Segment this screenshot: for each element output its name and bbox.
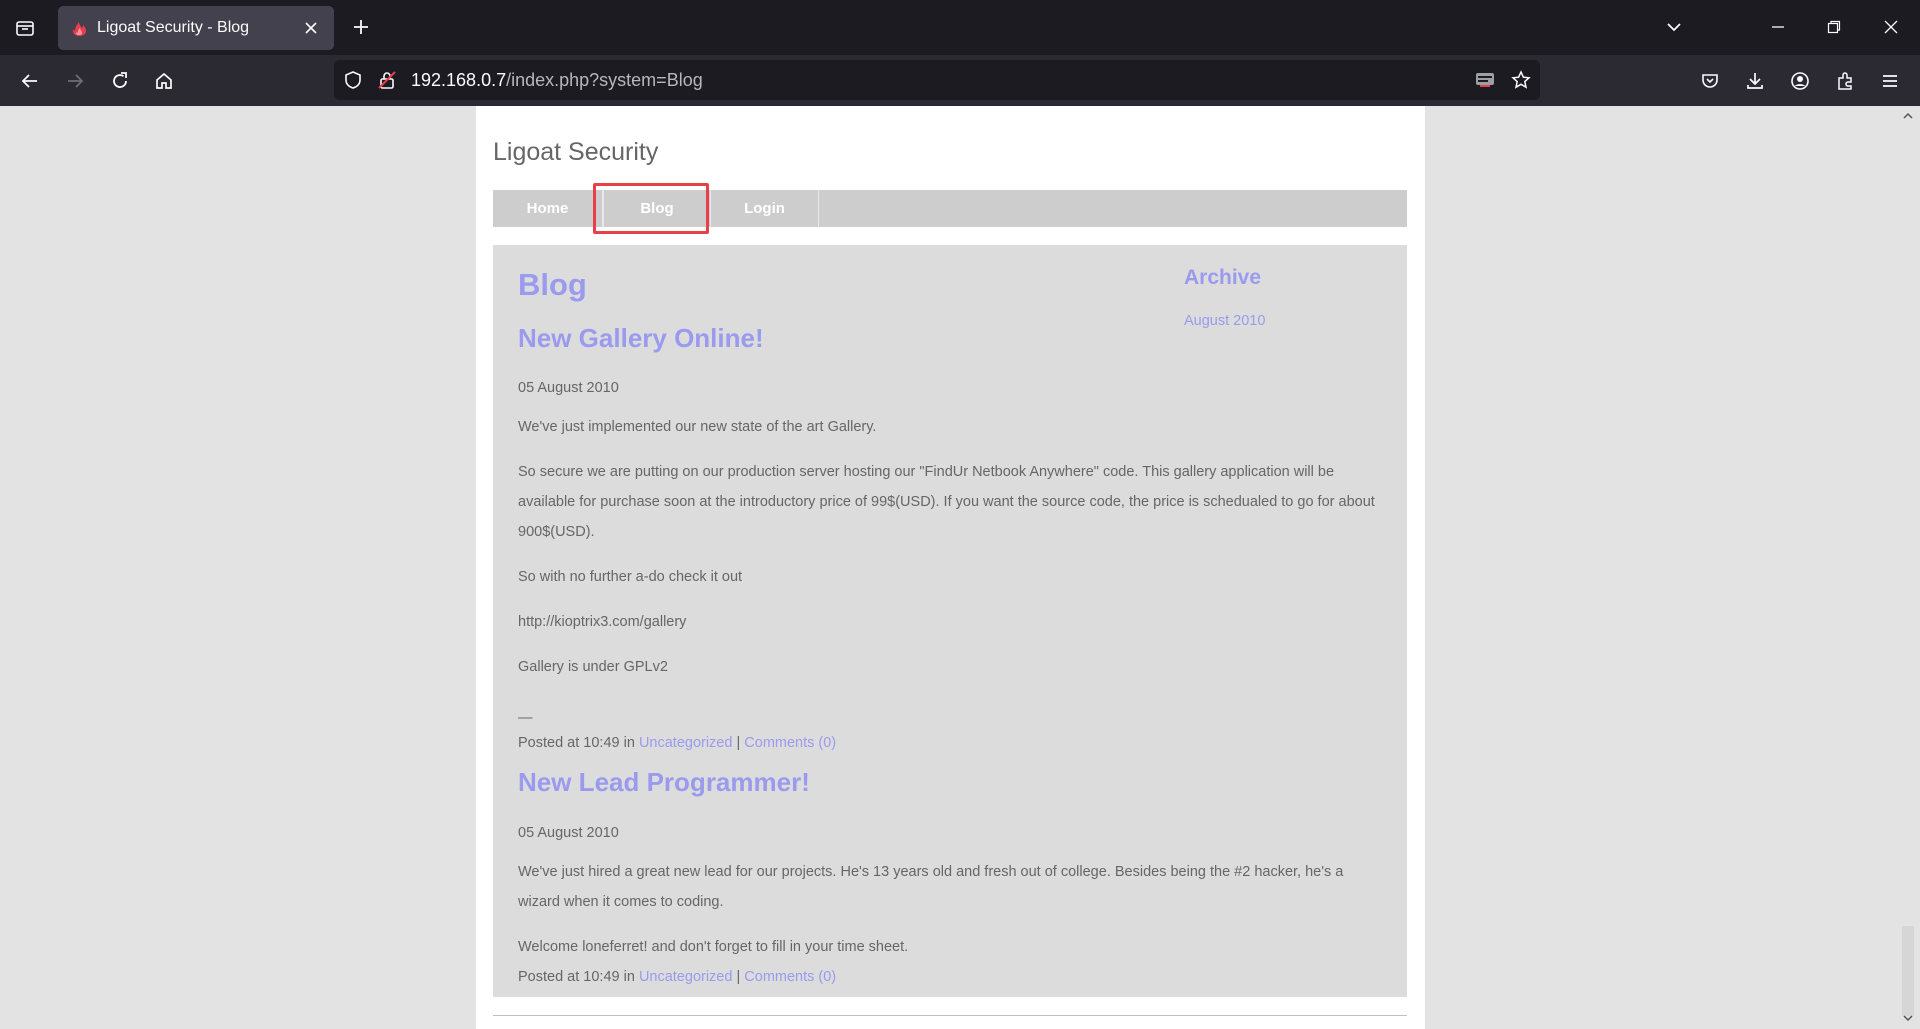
post-paragraph: We've just implemented our new state of …: [518, 419, 877, 435]
url-path: /index.php?system=Blog: [506, 70, 703, 90]
tab-active[interactable]: Ligoat Security - Blog: [58, 6, 334, 50]
list-all-tabs-icon[interactable]: [12, 15, 38, 41]
scrollbar-thumb[interactable]: [1902, 926, 1914, 1016]
post-paragraph: Gallery is under GPLv2: [518, 659, 668, 675]
url-host: 192.168.0.7: [411, 70, 507, 90]
tab-title: Ligoat Security - Blog: [97, 19, 250, 36]
close-tab-icon[interactable]: [300, 17, 322, 39]
post-paragraph: So secure we are putting on our producti…: [518, 464, 1375, 540]
scroll-down-icon[interactable]: [1900, 1010, 1916, 1026]
downloads-icon[interactable]: [1741, 67, 1769, 95]
shield-icon[interactable]: [342, 69, 364, 91]
home-icon[interactable]: [150, 67, 178, 95]
extensions-icon[interactable]: [1831, 67, 1859, 95]
posted-at-text: Posted at 10:49 in: [518, 735, 635, 751]
post-paragraph: Welcome loneferret! and don't forget to …: [518, 939, 909, 955]
flame-icon: [70, 19, 88, 37]
post-paragraph: So with no further a-do check it out: [518, 569, 743, 585]
post-paragraph: We've just hired a great new lead for ou…: [518, 864, 1344, 910]
highlight-box: [593, 183, 709, 234]
chevron-down-icon[interactable]: [1660, 14, 1688, 40]
meta-divider: |: [736, 735, 741, 751]
star-bookmark-icon[interactable]: [1510, 69, 1532, 91]
archive-link[interactable]: August 2010: [1184, 313, 1265, 329]
tab-bar: Ligoat Security - Blog: [0, 0, 1920, 55]
post-meta: Posted at 10:49 in Uncategorized | Comme…: [518, 962, 1388, 992]
page-viewport: Ligoat Security Home Blog Login Blog New…: [0, 106, 1920, 1029]
post-meta: Posted at 10:49 in Uncategorized | Comme…: [518, 728, 1388, 758]
post-title[interactable]: New Gallery Online!: [518, 323, 764, 354]
site-title: Ligoat Security: [493, 138, 659, 166]
insecure-lock-icon[interactable]: [376, 69, 398, 91]
comments-link[interactable]: Comments (0): [744, 969, 836, 985]
sidebar-title: Archive: [1184, 266, 1262, 289]
page-heading: Blog: [518, 267, 587, 302]
translate-icon[interactable]: [1474, 69, 1496, 91]
pocket-icon[interactable]: [1696, 67, 1724, 95]
navigation-toolbar: 192.168.0.7/index.php?system=Blog: [0, 55, 1920, 106]
post-date: 05 August 2010: [518, 825, 619, 841]
content-area: Blog New Gallery Online! 05 August 2010 …: [493, 245, 1407, 997]
new-tab-icon[interactable]: [348, 14, 374, 40]
minimize-icon[interactable]: [1764, 14, 1792, 40]
reload-icon[interactable]: [106, 67, 134, 95]
menu-item-home[interactable]: Home: [493, 190, 603, 227]
scroll-up-icon[interactable]: [1900, 108, 1916, 124]
back-arrow-icon[interactable]: [16, 67, 44, 95]
post-date: 05 August 2010: [518, 380, 619, 396]
close-window-icon[interactable]: [1877, 14, 1905, 40]
meta-divider: |: [736, 969, 741, 985]
hamburger-menu-icon[interactable]: [1876, 67, 1904, 95]
category-link[interactable]: Uncategorized: [639, 969, 733, 985]
forward-arrow-icon[interactable]: [61, 67, 89, 95]
account-icon[interactable]: [1786, 67, 1814, 95]
menu-item-login[interactable]: Login: [711, 190, 819, 227]
footer-divider: [493, 1015, 1407, 1016]
post-title[interactable]: New Lead Programmer!: [518, 767, 810, 798]
post-paragraph: http://kioptrix3.com/gallery: [518, 614, 687, 630]
address-bar[interactable]: 192.168.0.7/index.php?system=Blog: [334, 60, 1540, 100]
restore-icon[interactable]: [1820, 14, 1848, 40]
posted-at-text: Posted at 10:49 in: [518, 969, 635, 985]
category-link[interactable]: Uncategorized: [639, 735, 733, 751]
site-container: Ligoat Security Home Blog Login Blog New…: [476, 106, 1425, 1029]
comments-link[interactable]: Comments (0): [744, 735, 836, 751]
url-text[interactable]: 192.168.0.7/index.php?system=Blog: [411, 70, 703, 91]
vertical-scrollbar[interactable]: [1896, 106, 1920, 1029]
